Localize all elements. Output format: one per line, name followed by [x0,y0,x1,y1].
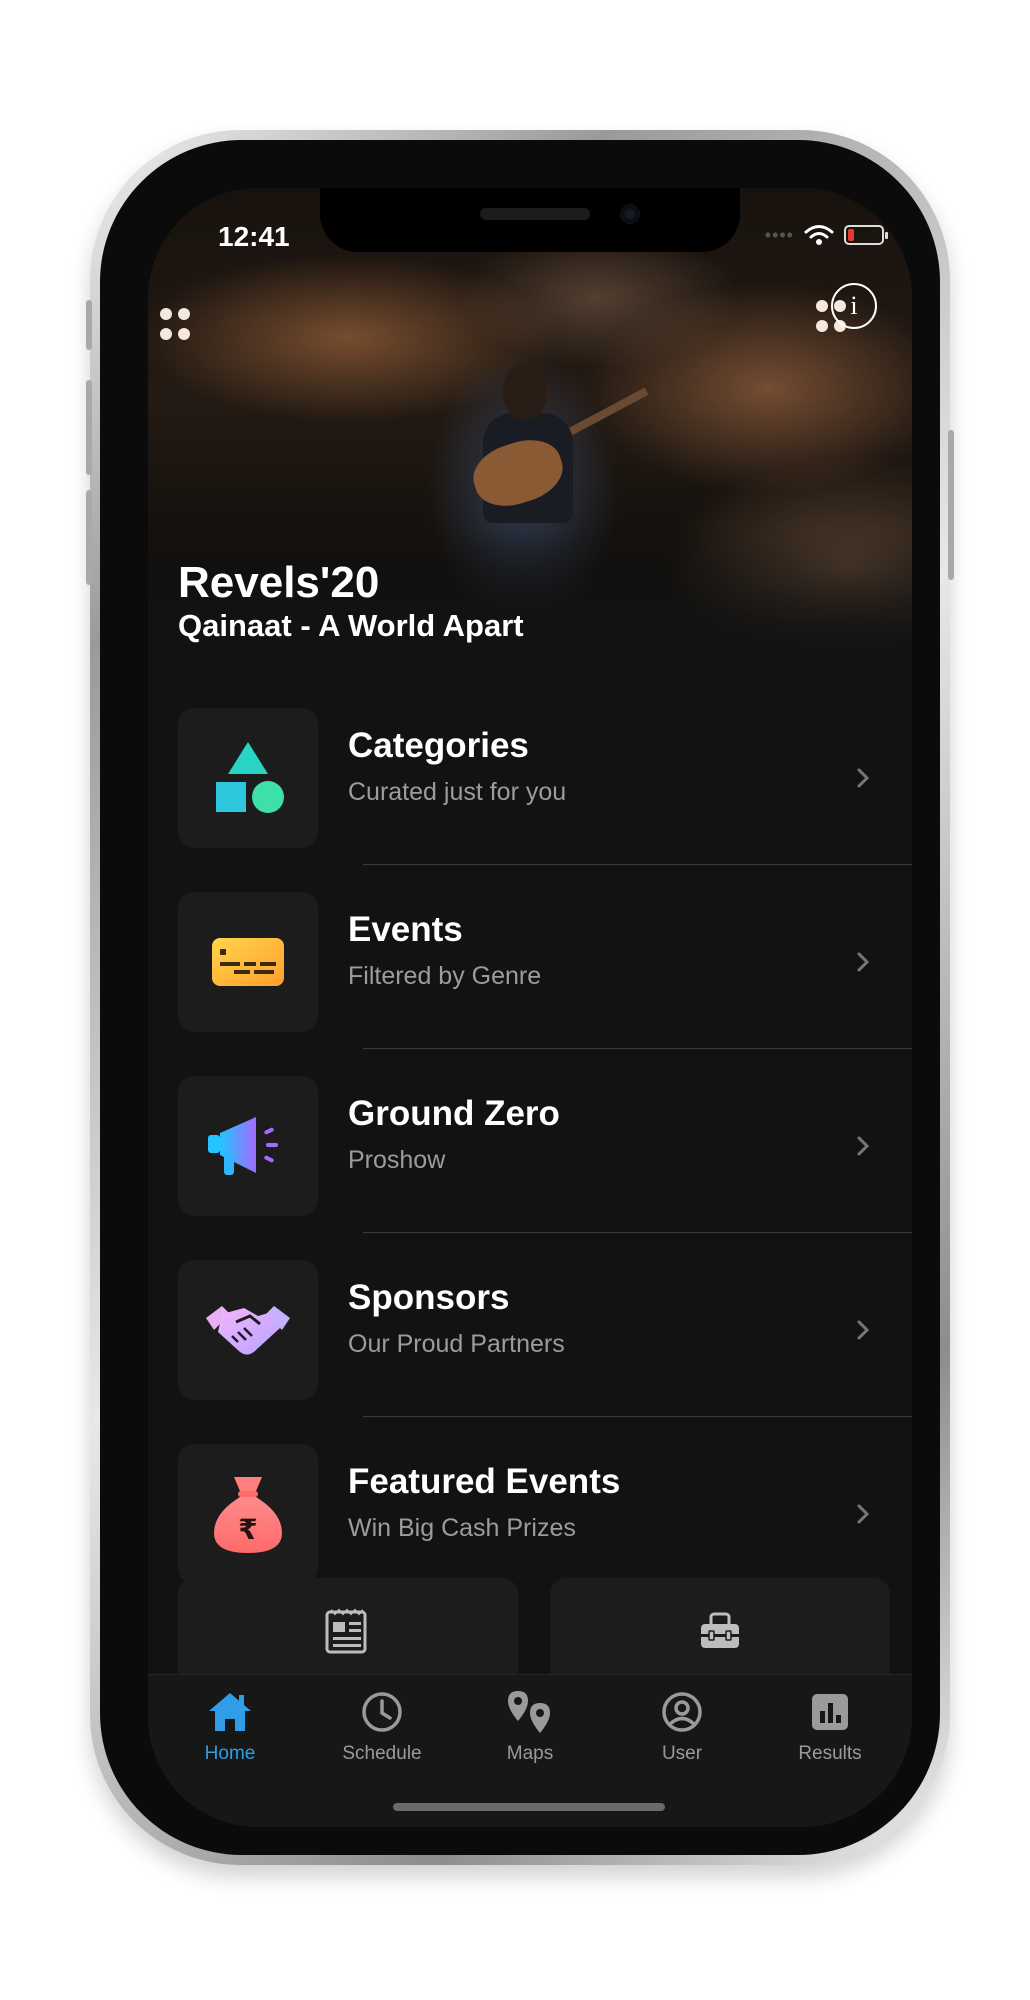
menu-item-title: Featured Events [348,1462,621,1501]
tab-label: User [661,1743,703,1764]
hero-photo-detail [503,363,547,419]
battery-icon [844,225,888,245]
hero-title: Revels'20 [178,558,380,607]
front-camera [620,204,640,224]
clock-icon [362,1692,402,1732]
wifi-icon [804,225,834,245]
divider [363,864,912,865]
bar-chart-icon [812,1694,848,1730]
hero-subtitle: Qainaat - A World Apart [178,608,524,643]
menu-item-subtitle: Filtered by Genre [348,962,542,990]
tab-label: Schedule [342,1743,422,1764]
menu-item-title: Ground Zero [348,1094,560,1133]
menu-item-subtitle: Proshow [348,1146,446,1174]
volume-down-button [86,490,92,585]
speaker [480,208,590,220]
toolbox-icon [701,1612,739,1648]
divider [363,1416,912,1417]
tab-label: Maps [506,1743,554,1764]
tab-results[interactable]: Results [760,1689,900,1765]
money-bag-icon: ₹ [178,1444,318,1584]
tab-user[interactable]: User [612,1689,752,1765]
tools-card[interactable] [550,1578,890,1688]
user-circle-icon [662,1692,702,1732]
chevron-right-icon [857,1320,870,1340]
app-screen: i Revels'20 Qainaat - A World Apart 12:4… [148,188,912,1827]
home-icon [209,1693,251,1731]
phone-bezel: i Revels'20 Qainaat - A World Apart 12:4… [100,140,940,1855]
mute-switch [86,300,92,350]
divider [363,1048,912,1049]
grid-menu-icon[interactable] [160,308,194,342]
phone-frame: i Revels'20 Qainaat - A World Apart 12:4… [86,130,954,1865]
menu-item-ground-zero[interactable]: Ground Zero Proshow [148,1076,912,1260]
notch [320,188,740,252]
handshake-icon [178,1260,318,1400]
info-icon[interactable]: i [831,283,877,329]
menu-list: Categories Curated just for you Events F… [148,708,912,1628]
chevron-right-icon [857,1504,870,1524]
power-button [948,430,954,580]
ticket-icon [178,892,318,1032]
chevron-right-icon [857,1136,870,1156]
volume-up-button [86,380,92,475]
news-card[interactable] [178,1578,518,1688]
menu-item-sponsors[interactable]: Sponsors Our Proud Partners [148,1260,912,1444]
rupee-icon: ₹ [238,1513,257,1546]
menu-item-events[interactable]: Events Filtered by Genre [148,892,912,1076]
megaphone-icon [178,1076,318,1216]
divider [363,1232,912,1233]
tab-bar: Home Schedule Maps User Results [148,1674,912,1827]
menu-item-subtitle: Win Big Cash Prizes [348,1514,576,1542]
chevron-right-icon [857,768,870,788]
tab-maps[interactable]: Maps [460,1689,600,1765]
signal-icon: •••• [764,224,794,245]
newspaper-icon [325,1608,367,1654]
shapes-icon [178,708,318,848]
tab-label: Home [204,1743,256,1764]
status-indicators: •••• [764,224,888,246]
map-pins-icon [508,1691,550,1733]
quick-cards [178,1578,890,1688]
menu-item-title: Events [348,910,463,949]
home-indicator[interactable] [393,1803,665,1811]
menu-item-categories[interactable]: Categories Curated just for you [148,708,912,892]
tab-home[interactable]: Home [160,1689,300,1765]
tab-label: Results [798,1743,862,1764]
chevron-right-icon [857,952,870,972]
status-time: 12:41 [218,221,290,252]
hero-banner: i Revels'20 Qainaat - A World Apart [148,188,912,668]
menu-item-title: Sponsors [348,1278,510,1317]
tab-schedule[interactable]: Schedule [312,1689,452,1765]
menu-item-subtitle: Curated just for you [348,778,567,806]
menu-item-title: Categories [348,726,529,765]
menu-item-subtitle: Our Proud Partners [348,1330,565,1358]
